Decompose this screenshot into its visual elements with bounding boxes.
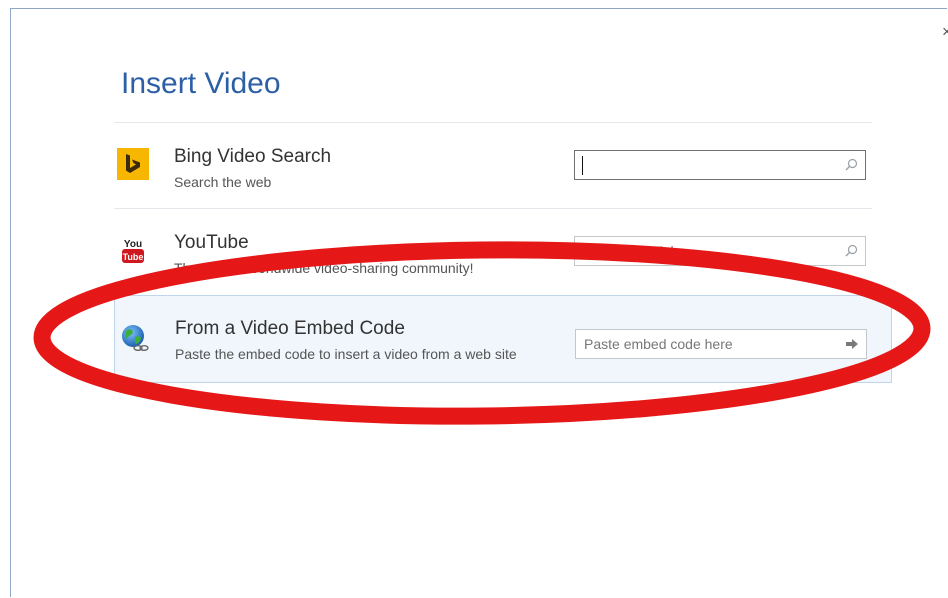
bing-search-field[interactable]	[574, 150, 866, 180]
close-button[interactable]: ×	[939, 22, 948, 41]
source-description: Paste the embed code to insert a video f…	[175, 346, 517, 362]
bing-search-input[interactable]	[575, 151, 846, 179]
search-icon[interactable]	[843, 157, 859, 173]
source-description: Search the web	[174, 174, 272, 190]
embed-code-field[interactable]	[575, 329, 867, 359]
source-title: YouTube	[174, 232, 249, 253]
embed-code-input[interactable]	[576, 330, 847, 358]
globe-link-icon	[119, 322, 151, 354]
youtube-logo-icon: You Tube	[117, 234, 149, 266]
insert-video-dialog: × Insert Video Bing Video Search Search …	[10, 8, 948, 597]
youtube-logo-tube: Tube	[123, 252, 144, 262]
close-icon: ×	[942, 22, 948, 41]
youtube-search-field[interactable]	[574, 236, 866, 266]
bing-logo-icon	[117, 148, 149, 180]
youtube-logo-you: You	[124, 239, 142, 250]
arrow-right-icon[interactable]	[844, 336, 860, 352]
divider	[114, 122, 872, 123]
source-row-bing: Bing Video Search Search the web	[114, 124, 892, 208]
divider	[114, 208, 872, 209]
dialog-title: Insert Video	[121, 67, 281, 100]
youtube-search-input[interactable]	[575, 237, 846, 265]
source-title: From a Video Embed Code	[175, 318, 405, 339]
source-description: The largest worldwide video-sharing comm…	[174, 260, 474, 276]
text-caret	[582, 156, 583, 175]
search-icon[interactable]	[843, 243, 859, 259]
source-row-youtube: You Tube YouTube The largest worldwide v…	[114, 210, 892, 294]
source-row-embed-code: From a Video Embed Code Paste the embed …	[114, 295, 892, 383]
source-title: Bing Video Search	[174, 146, 332, 167]
